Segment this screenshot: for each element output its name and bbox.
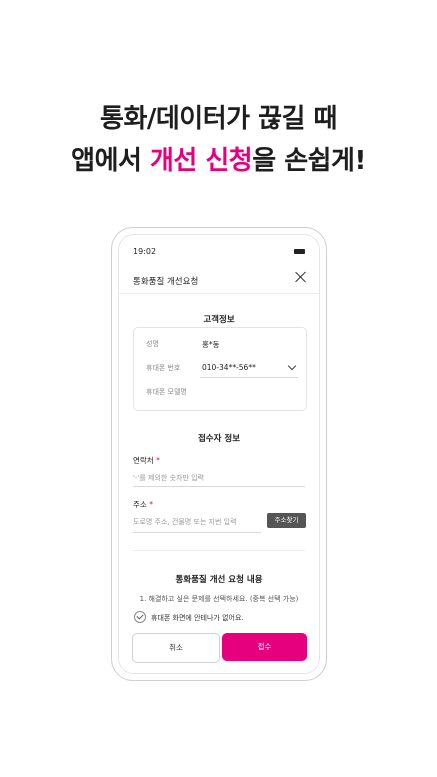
page-title: 통화품질 개선요청 — [133, 277, 199, 287]
headline-prefix: 앱에서 — [71, 146, 150, 176]
headline-line-1: 통화/데이터가 끊길 때 — [100, 104, 337, 134]
name-label: 성명 — [146, 340, 159, 348]
contact-label: 연락처 * — [133, 456, 160, 465]
find-address-button[interactable]: 주소찾기 — [267, 513, 306, 528]
phone-number-select[interactable]: 010-34**-56** — [202, 363, 256, 372]
customer-info-card: 성명 홍*동 휴대폰 번호 010-34**-56** 휴대폰 모델명 — [133, 327, 307, 411]
receiver-info-title: 접수자 정보 — [197, 434, 241, 444]
name-value: 홍*동 — [202, 340, 220, 349]
phone-frame: 19:02 통화품질 개선요청 고객정보 성명 홍*동 휴대폰 번호 010-3… — [111, 227, 327, 681]
phone-number-underline — [200, 377, 298, 378]
status-time: 19:02 — [133, 247, 157, 256]
chevron-down-icon[interactable] — [287, 361, 297, 371]
phone-screen: 19:02 통화품질 개선요청 고객정보 성명 홍*동 휴대폰 번호 010-3… — [118, 234, 320, 674]
phone-model-label: 휴대폰 모델명 — [146, 388, 187, 396]
section-divider — [133, 550, 305, 551]
phone-number-label: 휴대폰 번호 — [146, 364, 181, 372]
contact-input[interactable]: '-'를 제외한 숫자만 입력 — [133, 473, 204, 483]
battery-icon — [294, 249, 305, 254]
option-label[interactable]: 휴대폰 화면에 안테나가 없어요. — [151, 613, 244, 623]
address-underline — [133, 532, 261, 533]
headline-line-2: 앱에서 개선 신청을 손쉽게! — [0, 140, 437, 177]
request-content-title: 통화품질 개선 요청 내용 — [175, 575, 263, 585]
appbar-divider — [119, 293, 319, 294]
cancel-button[interactable]: 취소 — [132, 633, 220, 663]
request-instruction: 1. 해결하고 싶은 문제를 선택하세요. (중복 선택 가능) — [139, 595, 299, 603]
headline-accent: 개선 신청 — [149, 146, 253, 176]
checkbox-check-icon[interactable] — [134, 611, 146, 623]
address-label: 주소 * — [133, 500, 153, 509]
customer-info-title: 고객정보 — [203, 315, 235, 325]
submit-button[interactable]: 접수 — [222, 633, 307, 661]
contact-underline — [133, 486, 305, 487]
close-icon[interactable] — [295, 271, 307, 283]
headline-suffix: 을 손쉽게! — [252, 146, 366, 176]
address-input[interactable]: 도로명 주소, 건물명 또는 지번 입력 — [133, 517, 237, 527]
